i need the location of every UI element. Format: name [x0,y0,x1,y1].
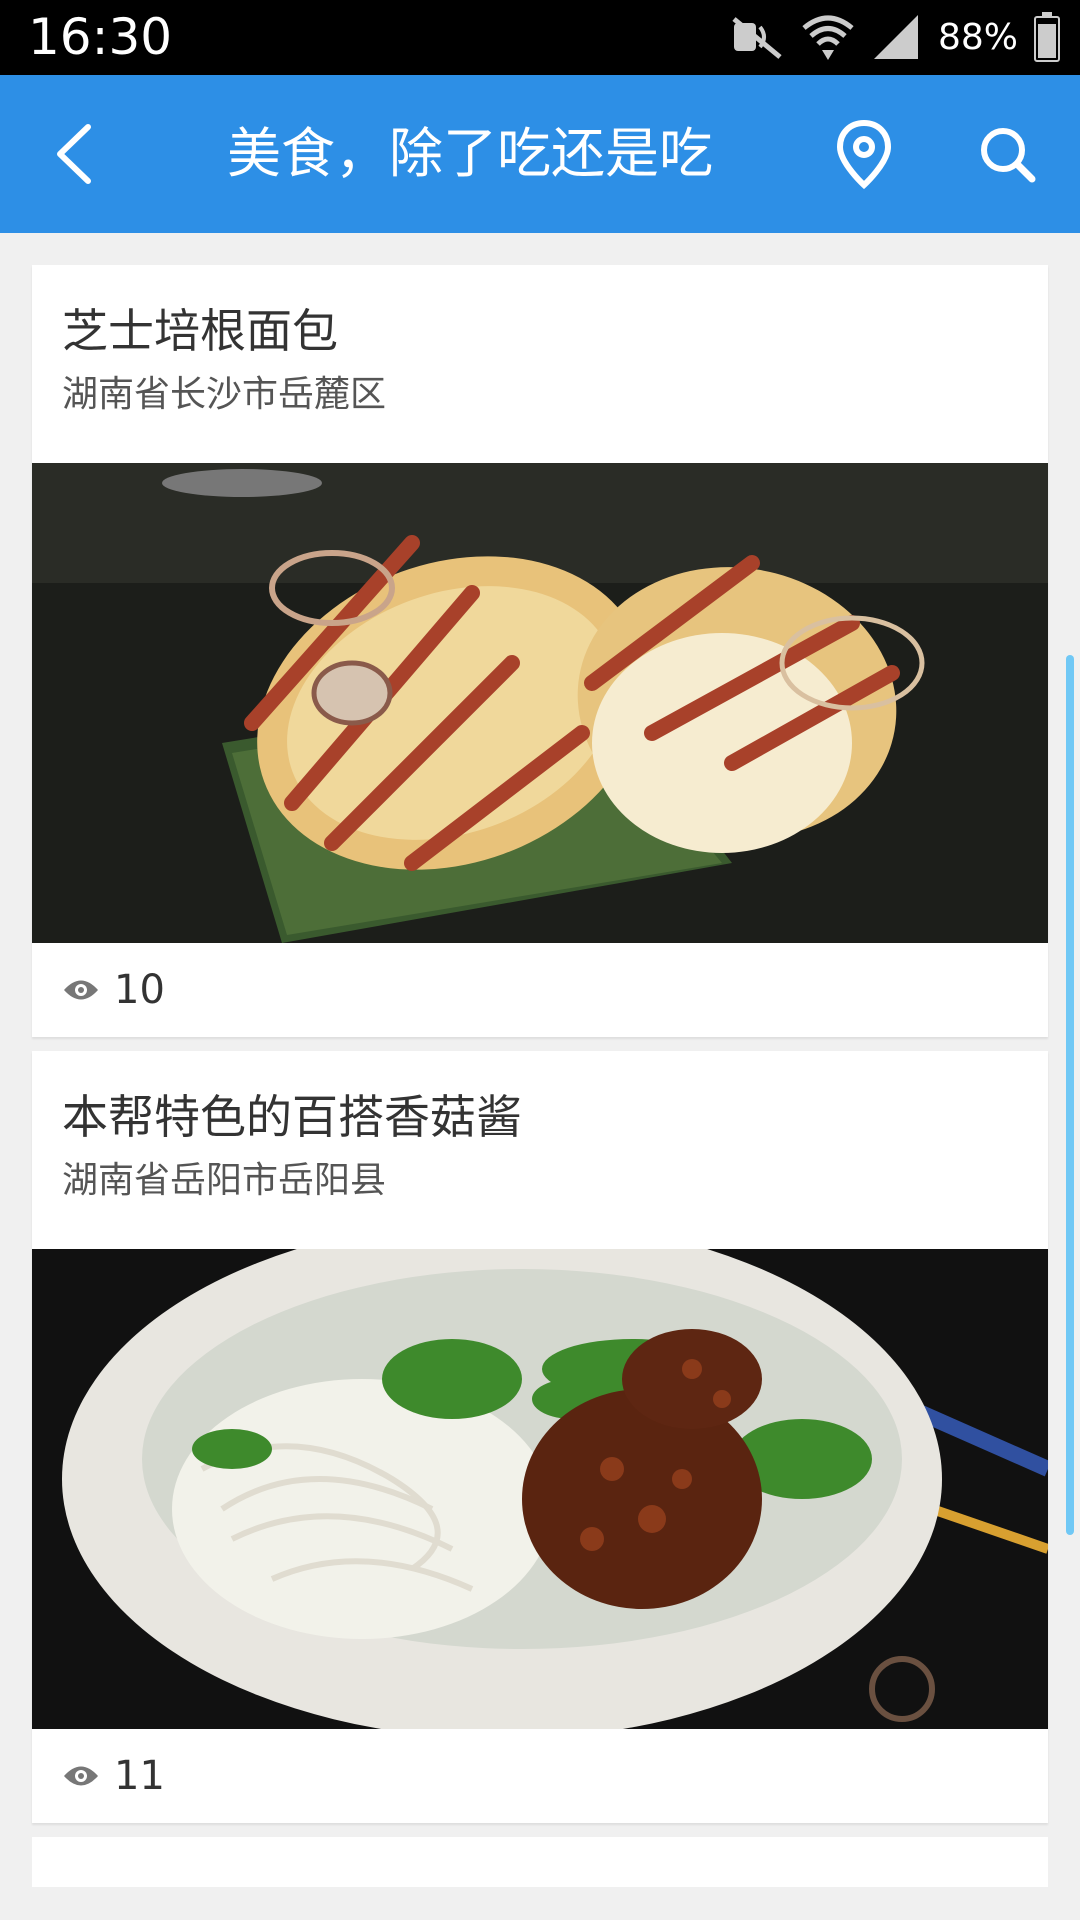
post-title: 芝士培根面包 [62,304,338,358]
post-title: 本帮特色的百搭香菇酱 [62,1090,522,1144]
post-image-noodles[interactable] [32,1249,1048,1729]
post-card[interactable]: 芝士培根面包 湖南省长沙市岳麓区 10 [32,265,1048,1037]
post-card-partial[interactable] [32,1837,1048,1887]
view-count: 11 [114,1753,165,1799]
back-icon[interactable] [50,123,110,185]
battery-icon [1034,12,1060,62]
post-location: 湖南省长沙市岳麓区 [62,374,387,415]
status-icons: 88% [730,8,1060,66]
post-feed: 芝士培根面包 湖南省长沙市岳麓区 10 本帮特色的百搭香菇酱 湖南省岳阳市岳阳县… [32,265,1048,1887]
mute-icon [732,17,782,59]
post-card[interactable]: 本帮特色的百搭香菇酱 湖南省岳阳市岳阳县 11 [32,1051,1048,1823]
battery-percent: 88% [937,16,1018,58]
post-location: 湖南省岳阳市岳阳县 [62,1160,387,1201]
app-bar: 美食，除了吃还是吃 [0,75,1080,233]
signal-icon [873,15,918,59]
page-title: 美食，除了吃还是吃 [227,122,713,185]
status-bar: 16:30 88% [0,0,1080,75]
status-time: 16:30 [28,8,173,66]
eye-icon [64,1766,98,1786]
eye-icon [64,980,98,1000]
post-stats: 10 [32,943,1048,1037]
scrollbar-thumb[interactable] [1066,655,1074,1535]
search-icon[interactable] [978,125,1038,185]
post-stats: 11 [32,1729,1048,1823]
view-count: 10 [114,967,165,1013]
post-image-bread[interactable] [32,463,1048,943]
location-pin-icon[interactable] [836,119,892,189]
wifi-icon [802,15,854,60]
